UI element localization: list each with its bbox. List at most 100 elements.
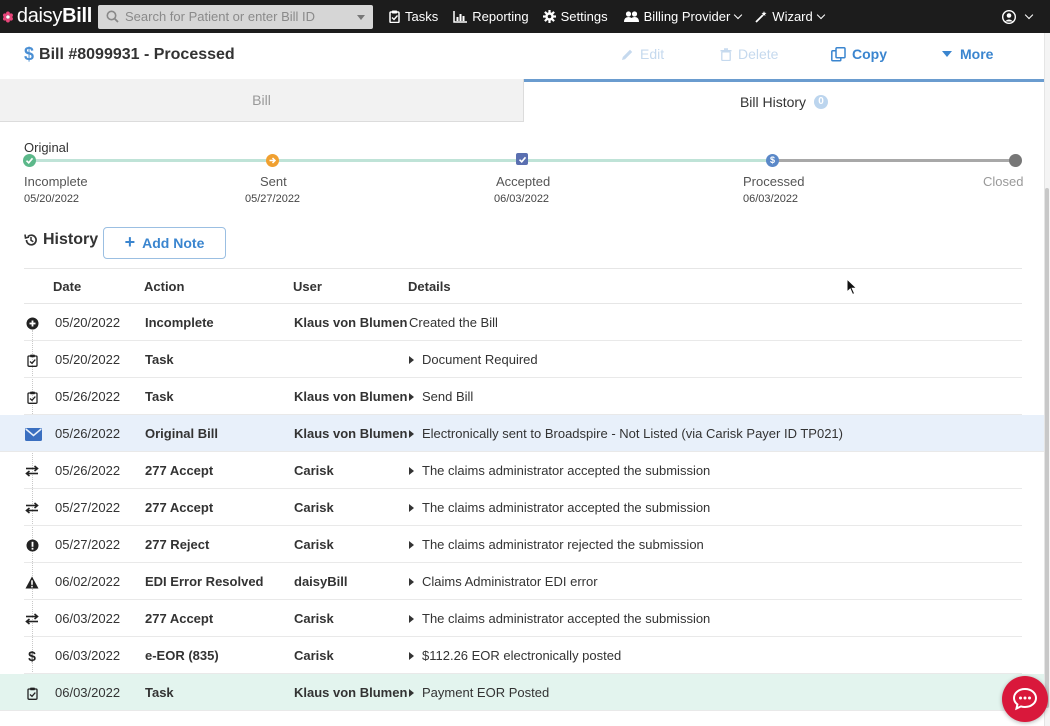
- daisy-flower-icon: [2, 11, 13, 22]
- caret-right-icon: [409, 466, 414, 475]
- mouse-cursor-icon: [846, 278, 858, 296]
- row-date: 06/03/2022: [55, 611, 121, 626]
- table-row[interactable]: 05/27/2022 277 Accept Carisk The claims …: [24, 489, 1022, 526]
- bill-header: $ Bill #8099931 - Processed Edit Delete …: [0, 33, 1050, 79]
- trash-icon: [720, 47, 732, 61]
- caret-right-icon: [409, 392, 414, 401]
- caret-right-icon: [409, 651, 414, 660]
- row-date: 06/03/2022: [55, 648, 121, 663]
- table-row[interactable]: 06/02/2022 EDI Error Resolved daisyBill …: [24, 563, 1022, 600]
- tab-bill-history[interactable]: Bill History 0: [524, 79, 1044, 122]
- nav-reporting[interactable]: Reporting: [453, 0, 529, 33]
- patient-search-box[interactable]: [98, 4, 373, 29]
- table-row[interactable]: 06/03/2022 277 Accept Carisk The claims …: [24, 600, 1022, 637]
- tab-bill[interactable]: Bill: [0, 79, 524, 122]
- envelope-icon: [24, 426, 42, 442]
- timeline-date-accepted: 06/03/2022: [494, 193, 550, 205]
- table-row[interactable]: 05/20/2022 Incomplete Klaus von Blumen C…: [24, 304, 1022, 341]
- row-details: Created the Bill: [409, 315, 498, 330]
- row-date: 05/20/2022: [55, 352, 121, 367]
- caret-right-icon: [409, 540, 414, 549]
- bar-chart-icon: [453, 10, 468, 23]
- nav-billing-provider[interactable]: Billing Provider: [623, 0, 743, 33]
- exchange-icon: [24, 500, 40, 516]
- dollar-icon: $: [24, 44, 35, 64]
- caret-right-icon: [409, 614, 414, 623]
- row-user: Klaus von Blumen: [294, 685, 408, 700]
- table-row[interactable]: 05/26/2022 Original Bill Klaus von Blume…: [0, 415, 1044, 452]
- timeline-step-sent: Sent: [260, 174, 287, 189]
- row-details-toggle[interactable]: The claims administrator rejected the su…: [409, 537, 704, 552]
- row-user: Carisk: [294, 648, 334, 663]
- row-action: 277 Accept: [145, 611, 214, 626]
- timeline-step-incomplete: Incomplete: [24, 174, 88, 189]
- nav-tasks[interactable]: Tasks: [389, 0, 438, 33]
- row-details-toggle[interactable]: The claims administrator accepted the su…: [409, 463, 710, 478]
- plus-icon: +: [124, 231, 136, 252]
- row-user: Carisk: [294, 463, 334, 478]
- daisybill-logo[interactable]: daisyBill: [0, 0, 92, 33]
- row-user: Klaus von Blumen: [294, 315, 408, 330]
- search-dropdown-caret-icon[interactable]: [357, 14, 365, 20]
- user-circle-icon: [1002, 9, 1016, 24]
- chat-widget-button[interactable]: [1002, 676, 1048, 722]
- timeline-step-accepted: Accepted: [496, 174, 551, 189]
- table-row[interactable]: 06/03/2022 Task Klaus von Blumen Payment…: [0, 674, 1044, 711]
- users-icon: [623, 10, 639, 22]
- search-input[interactable]: [125, 9, 345, 24]
- row-details-toggle[interactable]: The claims administrator accepted the su…: [409, 500, 710, 515]
- delete-button[interactable]: Delete: [720, 46, 778, 62]
- caret-right-icon: [409, 355, 414, 364]
- gear-icon: [542, 10, 556, 23]
- row-details-toggle[interactable]: Payment EOR Posted: [409, 685, 549, 700]
- clipboard-icon: [389, 10, 400, 23]
- row-details-toggle[interactable]: Send Bill: [409, 389, 473, 404]
- row-action: 277 Reject: [145, 537, 210, 552]
- history-table: Date Action User Details 05/20/2022 Inco…: [0, 268, 1044, 711]
- row-action: Task: [145, 389, 174, 404]
- timeline-step-processed: Processed: [743, 174, 805, 189]
- row-details-toggle[interactable]: Document Required: [409, 352, 538, 367]
- column-header-action[interactable]: Action: [144, 279, 184, 294]
- table-row[interactable]: 05/20/2022 Task Document Required: [24, 341, 1022, 378]
- column-header-details[interactable]: Details: [408, 279, 451, 294]
- exchange-icon: [24, 463, 40, 479]
- arrow-right-circle-icon: [266, 154, 279, 167]
- row-date: 05/20/2022: [55, 315, 121, 330]
- row-user: daisyBill: [294, 574, 348, 589]
- row-details-toggle[interactable]: The claims administrator accepted the su…: [409, 611, 710, 626]
- row-user: Carisk: [294, 500, 334, 515]
- page-title: $ Bill #8099931 - Processed: [24, 44, 235, 64]
- table-row[interactable]: 05/26/2022 277 Accept Carisk The claims …: [24, 452, 1022, 489]
- timeline-progress-line: [30, 159, 773, 162]
- timeline-original-label: Original: [24, 140, 69, 155]
- column-header-user[interactable]: User: [293, 279, 322, 294]
- row-date: 05/26/2022: [55, 426, 121, 441]
- copy-button[interactable]: Copy: [831, 46, 887, 62]
- table-row[interactable]: $ 06/03/2022 e-EOR (835) Carisk $112.26 …: [24, 637, 1022, 674]
- add-note-button[interactable]: + Add Note: [103, 227, 226, 259]
- nav-settings[interactable]: Settings: [542, 0, 608, 33]
- row-date: 05/27/2022: [55, 537, 121, 552]
- nav-wizard[interactable]: Wizard: [755, 0, 825, 33]
- row-details-toggle[interactable]: Electronically sent to Broadspire - Not …: [409, 426, 843, 441]
- table-row[interactable]: 05/26/2022 Task Klaus von Blumen Send Bi…: [24, 378, 1022, 415]
- row-details-toggle[interactable]: Claims Administrator EDI error: [409, 574, 598, 589]
- check-circle-icon: [23, 154, 36, 167]
- timeline-step-closed: Closed: [983, 174, 1024, 189]
- caret-right-icon: [409, 577, 414, 586]
- row-details-toggle[interactable]: $112.26 EOR electronically posted: [409, 648, 621, 663]
- more-dropdown-button[interactable]: More: [942, 46, 993, 62]
- timeline-remaining-line: [773, 159, 1015, 162]
- plus-circle-icon: [24, 315, 40, 331]
- edit-button[interactable]: Edit: [621, 46, 664, 62]
- pencil-icon: [622, 49, 633, 60]
- scrollbar-thumb[interactable]: [1045, 188, 1049, 708]
- row-action: 277 Accept: [145, 463, 214, 478]
- check-square-icon: [516, 153, 528, 165]
- dollar-icon: $: [28, 648, 36, 664]
- exchange-icon: [24, 611, 40, 627]
- user-menu[interactable]: [1002, 0, 1034, 33]
- table-row[interactable]: 05/27/2022 277 Reject Carisk The claims …: [24, 526, 1022, 563]
- column-header-date[interactable]: Date: [53, 279, 81, 294]
